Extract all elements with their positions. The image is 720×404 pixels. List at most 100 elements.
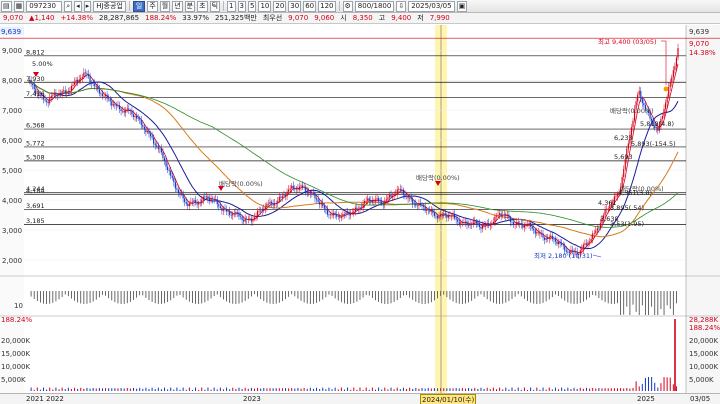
period-day-button[interactable]: 일 [132, 0, 146, 12]
right-axis-top-label: 9,639 [689, 28, 709, 36]
volume-bar [269, 291, 271, 304]
prev-arrow-icon[interactable]: ◂ [74, 0, 82, 12]
volume-bar [654, 291, 656, 315]
amount-bar [86, 387, 88, 391]
candle-body [424, 206, 426, 211]
amount-bar [471, 388, 473, 391]
candle-body [56, 95, 59, 97]
candle-body [343, 213, 346, 215]
candle-body [514, 224, 516, 225]
amount-bar [210, 389, 212, 391]
candle-body [641, 98, 643, 104]
stock-name-label[interactable]: HJ중공업 [93, 0, 126, 12]
candle-body [436, 215, 439, 219]
period-second-button[interactable]: 초 [197, 0, 208, 12]
minute-30-button[interactable]: 30 [288, 0, 302, 12]
amount-bar [530, 387, 532, 391]
candle-body [151, 136, 153, 138]
candle-body [592, 233, 594, 239]
settings-icon[interactable]: ⚙ [342, 0, 353, 12]
candle-body [173, 177, 175, 183]
amount-bar [30, 387, 32, 391]
candle-body [87, 74, 90, 77]
minute-20-button[interactable]: 20 [273, 0, 287, 12]
candle-body [443, 213, 445, 215]
candle-body [334, 212, 336, 214]
amount-bar [129, 388, 131, 391]
data-count-input[interactable]: 800/1800 [354, 0, 395, 12]
candle-body [497, 215, 499, 216]
chart-canvas[interactable]: 9,639 9,070 14.38% 9,000 8,000 7,000 6,000 5… [0, 25, 720, 393]
volume-bar [250, 291, 252, 297]
dividend-label-3: 배당락(0.00%) [610, 106, 654, 115]
amount-bar [539, 389, 541, 391]
amount-bar [533, 389, 535, 391]
period-month-button[interactable]: 월 [159, 0, 171, 12]
period-minute-button[interactable]: 분 [184, 0, 196, 12]
amount-bar [95, 388, 97, 391]
minute-3-button[interactable]: 3 [237, 0, 246, 12]
candle-body [598, 228, 600, 229]
period-week-button[interactable]: 주 [147, 0, 158, 12]
candle-body [319, 201, 321, 205]
volume-bar [511, 291, 513, 300]
date-label-selected[interactable]: 2024/01/10(수) [420, 394, 477, 404]
minute-60-button[interactable]: 60 [303, 0, 317, 12]
minute-10-button[interactable]: 10 [258, 0, 272, 12]
candle-body [444, 213, 446, 216]
amount-bar [666, 377, 668, 391]
candle-body [435, 215, 437, 217]
amount-bar [558, 389, 560, 391]
period-year-button[interactable]: 년 [172, 0, 183, 12]
volume-bar [114, 291, 116, 303]
stock-code-input[interactable]: 097230 [26, 0, 63, 12]
stock-chart[interactable]: 9,639 9,070 14.38% 9,000 8,000 7,000 6,000 5… [0, 25, 720, 393]
candle-body [236, 211, 239, 213]
amount-bar [350, 389, 352, 391]
candle-body [199, 202, 201, 204]
amount-bar [343, 389, 345, 391]
amount-bar [312, 388, 314, 391]
candle-body [315, 198, 318, 200]
next-arrow-icon[interactable]: ▸ [83, 0, 92, 12]
candle-body [47, 101, 49, 104]
minute-1-button[interactable]: 1 [227, 0, 236, 12]
volume-bar [213, 291, 215, 297]
candle-body [491, 223, 493, 225]
query-icon[interactable]: ⇩ [396, 0, 407, 12]
candle-body [525, 225, 527, 226]
search-icon[interactable]: ⌕ [64, 0, 73, 12]
amount-bar [309, 387, 311, 391]
amount-bar [474, 387, 476, 391]
candle-body [471, 223, 473, 225]
candle-body [498, 213, 501, 216]
candle-body [111, 101, 113, 106]
date-input[interactable]: 2025/03/05 [408, 0, 455, 12]
amount-bar [288, 388, 290, 391]
amount-bar [483, 388, 485, 391]
candle-body [505, 214, 507, 216]
right-axis-change-rate: 14.38% [689, 49, 716, 57]
candle-body [534, 230, 536, 234]
candle-body [351, 212, 353, 214]
candle-body [179, 192, 181, 195]
amount-bar [477, 388, 479, 391]
period-tick-button[interactable]: 틱 [209, 0, 221, 12]
minute-120-button[interactable]: 120 [318, 0, 336, 12]
amount-bar [238, 387, 240, 391]
amount-bar [554, 387, 556, 391]
amount-bar [660, 383, 662, 391]
menu-icon[interactable]: ▤ [1, 0, 12, 12]
amount-tick-1: 20,000K [1, 337, 30, 345]
chart-type-icon[interactable]: ▦ [13, 0, 25, 12]
amount-bar [452, 388, 454, 391]
minute-5-button[interactable]: 5 [247, 0, 257, 12]
amount-bar [151, 387, 153, 391]
amount-bar [675, 386, 677, 391]
cluster-label-7: 3,895(.54) [610, 204, 644, 212]
volume-bar [440, 291, 442, 296]
calendar-icon[interactable]: ▣ [456, 0, 468, 12]
volume-bar [477, 291, 479, 297]
volume-bar [161, 291, 162, 304]
amount-bar [319, 389, 321, 391]
